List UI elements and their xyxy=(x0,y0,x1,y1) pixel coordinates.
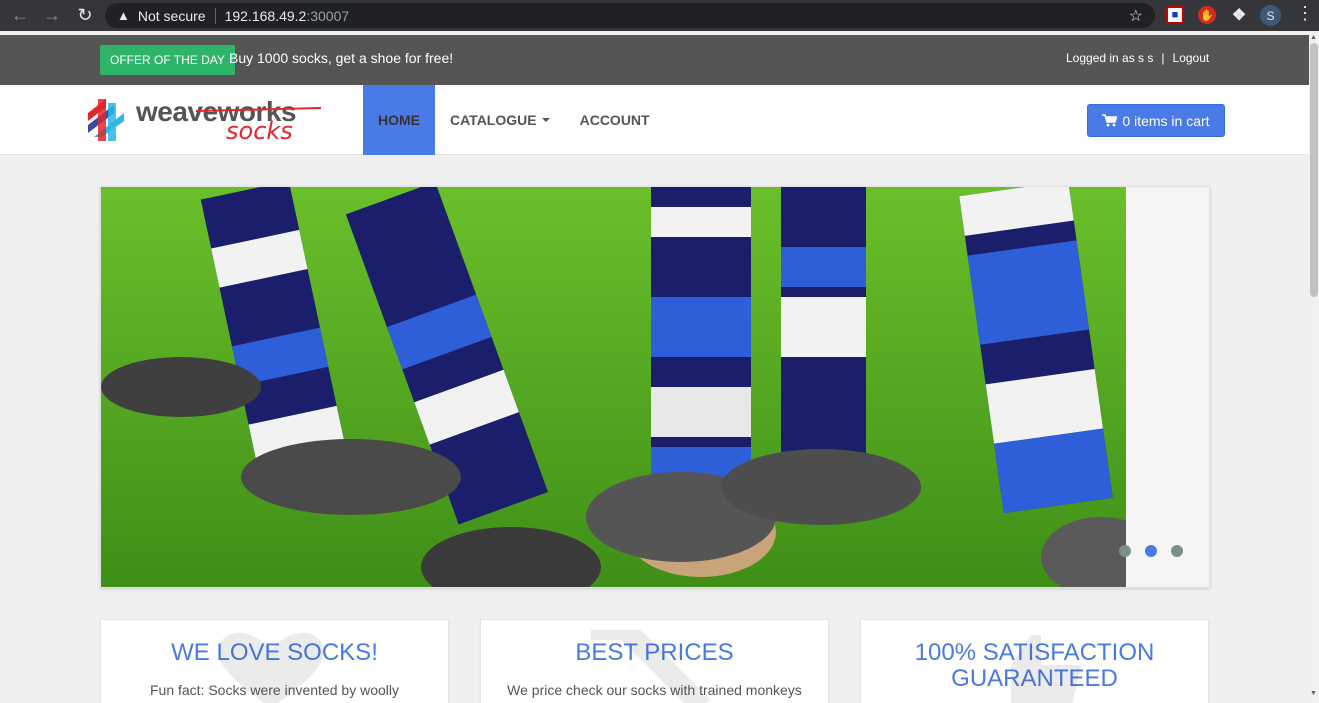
nav-catalogue[interactable]: CATALOGUE xyxy=(435,85,565,155)
nav-account-label: ACCOUNT xyxy=(579,112,650,128)
login-divider: | xyxy=(1161,51,1165,65)
carousel-dot-active[interactable] xyxy=(1145,545,1157,557)
page-scrollbar[interactable]: ▲ ▼ xyxy=(1309,34,1319,703)
extensions-puzzle-icon[interactable]: ❖ xyxy=(1230,6,1248,24)
browser-toolbar: ← → ↻ ▲ Not secure 192.168.49.2:30007 ☆ … xyxy=(0,0,1319,31)
logged-in-label: Logged in as s s xyxy=(1066,51,1154,65)
browser-menu-icon[interactable]: ⋮ xyxy=(1296,3,1314,24)
offer-text: Buy 1000 socks, get a shoe for free! xyxy=(229,50,454,66)
feature-box-best-prices: BEST PRICES We price check our socks wit… xyxy=(480,619,829,703)
security-label[interactable]: Not secure xyxy=(138,8,206,24)
extension-shield-icon[interactable]: ■ xyxy=(1166,6,1184,24)
forward-icon[interactable]: → xyxy=(38,1,66,29)
heart-icon xyxy=(218,632,324,703)
address-bar[interactable]: ▲ Not secure 192.168.49.2:30007 ☆ xyxy=(105,3,1155,28)
login-status: Logged in as s s | Logout xyxy=(1066,51,1209,65)
nav-menu: HOME CATALOGUE ACCOUNT xyxy=(363,85,665,155)
offer-badge: OFFER OF THE DAY xyxy=(100,45,235,75)
hero-carousel[interactable] xyxy=(100,186,1210,588)
feature-box-satisfaction: 100% SATISFACTION GUARANTEED xyxy=(860,619,1209,703)
weaveworks-socks-logo[interactable]: weaveworks socks xyxy=(84,95,324,145)
nav-home[interactable]: HOME xyxy=(363,85,435,155)
cart-label: 0 items in cart xyxy=(1122,112,1210,129)
scroll-down-icon[interactable]: ▼ xyxy=(1310,690,1317,697)
extension-stop-icon[interactable]: ✋ xyxy=(1198,6,1216,24)
bookmark-star-icon[interactable]: ☆ xyxy=(1129,6,1143,26)
reload-icon[interactable]: ↻ xyxy=(71,1,99,29)
carousel-indicators xyxy=(1119,545,1183,557)
scroll-up-icon[interactable]: ▲ xyxy=(1310,34,1317,41)
caret-down-icon xyxy=(541,118,550,122)
url-port[interactable]: :30007 xyxy=(306,8,349,24)
nav-home-label: HOME xyxy=(378,112,420,128)
cart-icon xyxy=(1102,114,1118,127)
cart-button[interactable]: 0 items in cart xyxy=(1087,104,1225,137)
hero-slide-image xyxy=(101,187,1126,587)
main-navbar: weaveworks socks HOME CATALOGUE ACCOUNT … xyxy=(0,85,1309,155)
scroll-thumb[interactable] xyxy=(1310,43,1318,297)
nav-catalogue-label: CATALOGUE xyxy=(450,112,537,128)
feature-box-love-socks: WE LOVE SOCKS! Fun fact: Socks were inve… xyxy=(100,619,449,703)
omnibox-divider xyxy=(214,7,216,24)
nav-account[interactable]: ACCOUNT xyxy=(565,85,665,155)
warning-icon: ▲ xyxy=(117,8,130,23)
profile-avatar[interactable]: S xyxy=(1260,5,1281,26)
thumbs-up-icon xyxy=(1011,635,1081,703)
back-icon[interactable]: ← xyxy=(6,1,34,29)
carousel-dot[interactable] xyxy=(1171,545,1183,557)
svg-text:socks: socks xyxy=(226,117,293,145)
promo-bar: OFFER OF THE DAY Buy 1000 socks, get a s… xyxy=(0,35,1309,85)
logout-link[interactable]: Logout xyxy=(1173,51,1210,65)
url-host[interactable]: 192.168.49.2 xyxy=(225,8,307,24)
carousel-dot[interactable] xyxy=(1119,545,1131,557)
weave-mark-icon xyxy=(88,99,124,141)
tag-icon xyxy=(591,630,711,703)
